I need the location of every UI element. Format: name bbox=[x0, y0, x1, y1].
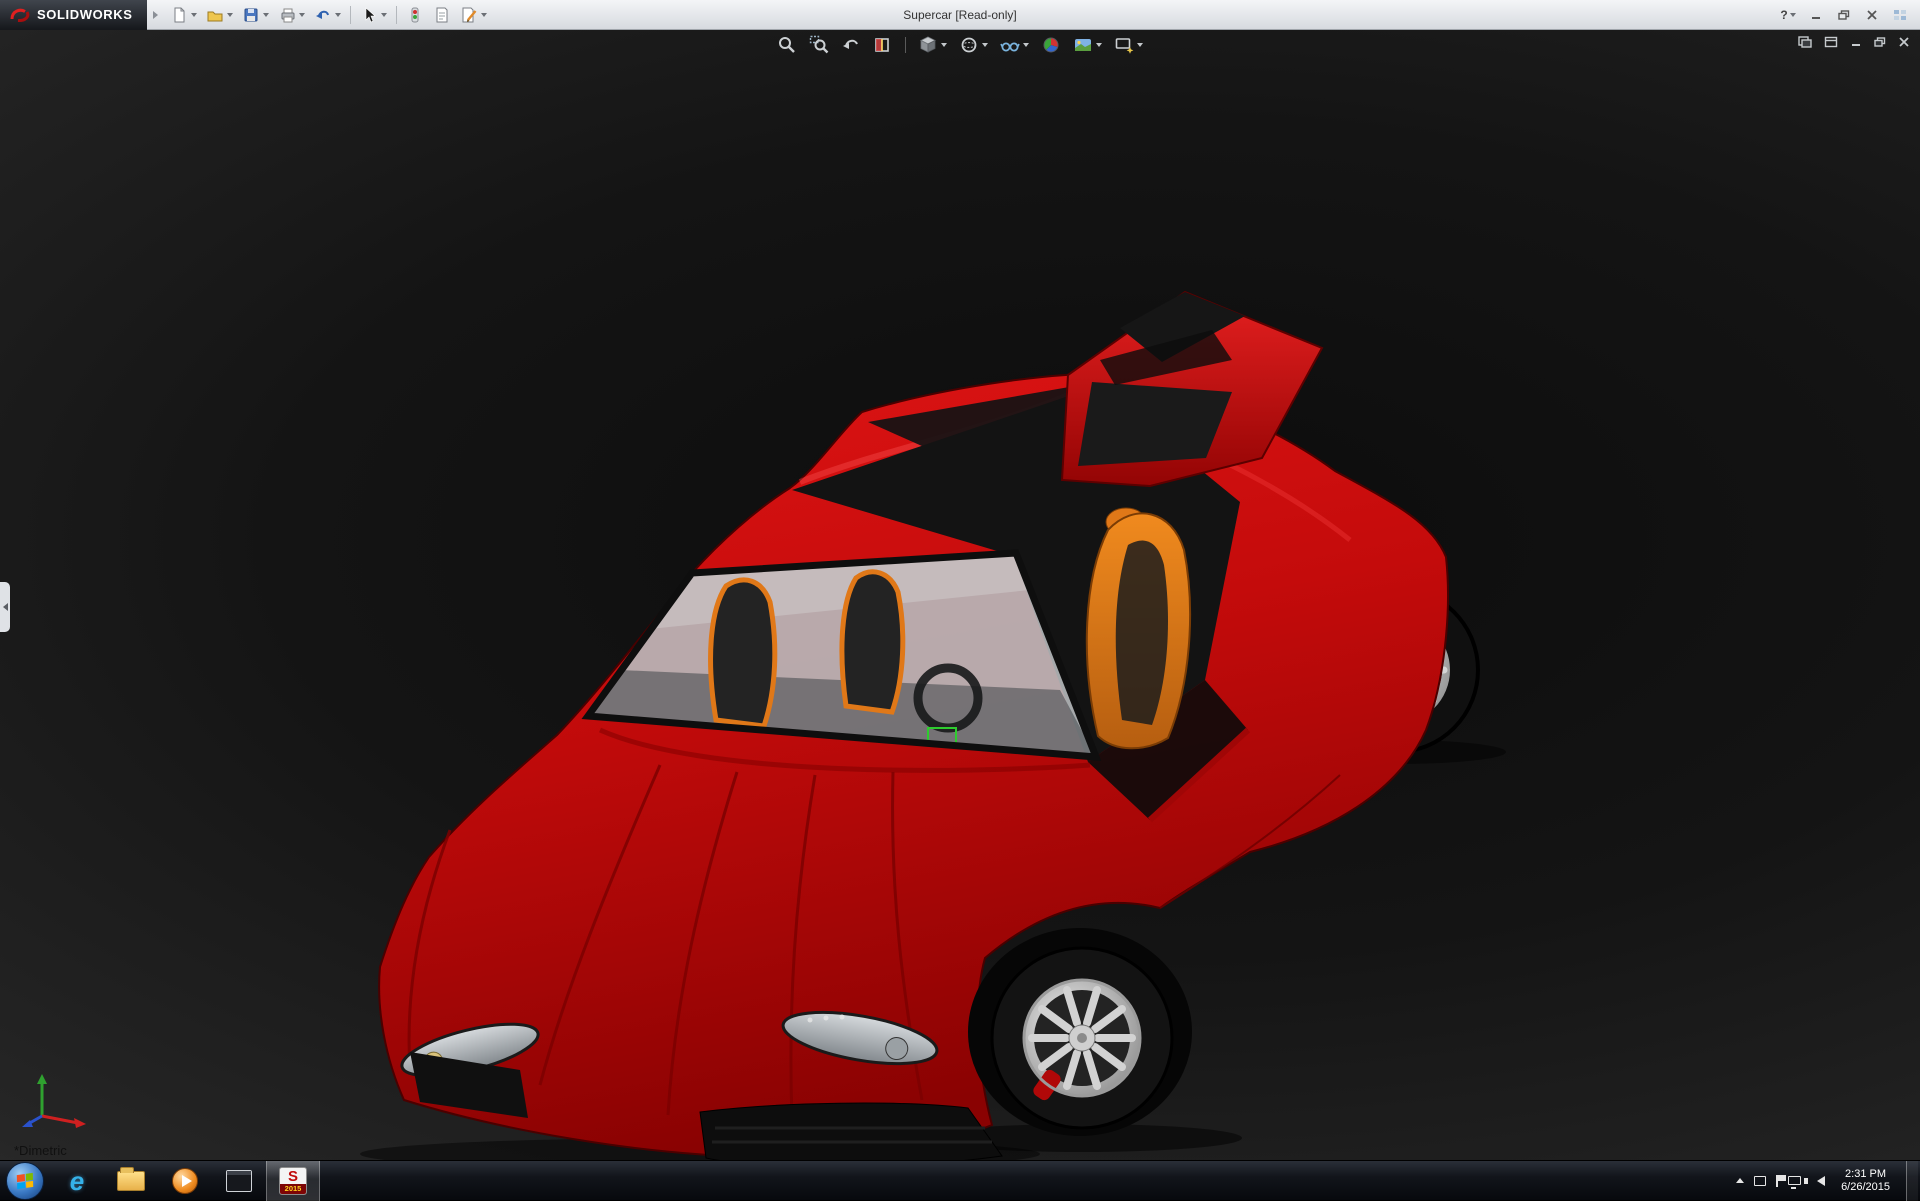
help-button[interactable]: ? bbox=[1776, 5, 1800, 25]
solidworks-logo-icon bbox=[10, 7, 30, 23]
view-orientation-button[interactable] bbox=[916, 33, 949, 57]
print-icon bbox=[278, 6, 296, 24]
open-document-button[interactable] bbox=[202, 3, 237, 27]
solidworks-logo: SOLIDWORKS bbox=[0, 0, 147, 30]
apply-scene-icon bbox=[1073, 35, 1093, 55]
featuremanager-flyout-tab[interactable] bbox=[0, 582, 10, 632]
car-model-render[interactable] bbox=[0, 30, 1920, 1160]
options-button[interactable] bbox=[456, 3, 491, 27]
taskbar-item-command-window[interactable] bbox=[212, 1161, 266, 1201]
tray-app-icon[interactable] bbox=[1754, 1176, 1766, 1186]
edit-appearance-ball-icon bbox=[1041, 35, 1061, 55]
doc-minimize-icon[interactable] bbox=[1850, 37, 1862, 47]
edit-appearance-button[interactable] bbox=[1039, 33, 1063, 57]
file-properties-icon bbox=[433, 6, 451, 24]
taskbar-item-solidworks[interactable]: S 2015 bbox=[266, 1161, 320, 1201]
open-folder-icon bbox=[206, 6, 224, 24]
options-sheet-pencil-icon bbox=[460, 6, 478, 24]
help-glyph: ? bbox=[1780, 8, 1787, 22]
minimize-icon bbox=[1810, 10, 1822, 20]
windows-logo-icon bbox=[17, 1172, 33, 1188]
hide-show-items-button[interactable] bbox=[998, 33, 1031, 57]
windows-taskbar: e S 2015 2:31 PM 6/26/2015 bbox=[0, 1160, 1920, 1200]
show-hidden-icons-button[interactable] bbox=[1736, 1178, 1744, 1183]
new-document-icon bbox=[170, 6, 188, 24]
zoom-to-fit-button[interactable] bbox=[775, 33, 799, 57]
zoom-to-area-button[interactable] bbox=[807, 33, 831, 57]
save-floppy-icon bbox=[242, 6, 260, 24]
taskbar-item-internet-explorer[interactable]: e bbox=[50, 1161, 104, 1201]
zoom-to-fit-icon bbox=[777, 35, 797, 55]
network-icon[interactable] bbox=[1788, 1176, 1801, 1185]
start-button[interactable] bbox=[6, 1162, 44, 1200]
restore-button[interactable] bbox=[1832, 5, 1856, 25]
brand-text: SOLIDWORKS bbox=[37, 7, 133, 22]
undo-button[interactable] bbox=[310, 3, 345, 27]
action-center-flag-icon[interactable] bbox=[1776, 1175, 1778, 1187]
print-button[interactable] bbox=[274, 3, 309, 27]
undo-arrow-icon bbox=[314, 6, 332, 24]
new-document-button[interactable] bbox=[166, 3, 201, 27]
previous-window-icon[interactable] bbox=[1798, 36, 1812, 48]
taskbar-item-file-explorer[interactable] bbox=[104, 1161, 158, 1201]
display-style-icon bbox=[959, 35, 979, 55]
section-view-icon bbox=[873, 35, 893, 55]
passenger-seat bbox=[1087, 508, 1190, 748]
close-icon bbox=[1866, 10, 1878, 20]
rebuild-traffic-light-icon bbox=[406, 6, 424, 24]
application-titlebar: SOLIDWORKS bbox=[0, 0, 1920, 30]
system-tray: 2:31 PM 6/26/2015 bbox=[1736, 1161, 1920, 1201]
front-wheel[interactable] bbox=[968, 928, 1192, 1136]
flyout-arrow-icon bbox=[3, 603, 8, 611]
task-pane-toggle[interactable] bbox=[1888, 5, 1912, 25]
doc-restore-icon[interactable] bbox=[1874, 37, 1886, 47]
volume-icon[interactable] bbox=[1817, 1176, 1825, 1186]
task-pane-icon bbox=[1893, 9, 1907, 21]
select-cursor-icon bbox=[360, 6, 378, 24]
solidworks-year-badge: 2015 bbox=[280, 1184, 306, 1194]
rebuild-button[interactable] bbox=[402, 3, 428, 27]
restore-icon bbox=[1838, 10, 1850, 20]
command-window-icon bbox=[226, 1170, 252, 1192]
save-button[interactable] bbox=[238, 3, 273, 27]
hud-separator bbox=[905, 37, 906, 53]
quick-access-toolbar bbox=[166, 3, 491, 27]
view-orientation-cube-icon bbox=[918, 35, 938, 55]
toolbar-separator bbox=[396, 6, 397, 24]
menu-expand-icon[interactable] bbox=[153, 11, 158, 19]
orientation-triad[interactable] bbox=[16, 1066, 96, 1130]
media-player-icon bbox=[172, 1168, 198, 1194]
display-style-button[interactable] bbox=[957, 33, 990, 57]
clock-time: 2:31 PM bbox=[1841, 1168, 1890, 1181]
view-orientation-label: *Dimetric bbox=[14, 1143, 67, 1158]
window-controls: ? bbox=[1776, 5, 1920, 25]
doc-close-icon[interactable] bbox=[1898, 37, 1910, 47]
previous-view-button[interactable] bbox=[839, 33, 863, 57]
internet-explorer-icon: e bbox=[70, 1168, 84, 1194]
section-view-button[interactable] bbox=[871, 33, 895, 57]
clock-date: 6/26/2015 bbox=[1841, 1181, 1890, 1194]
select-tool-button[interactable] bbox=[356, 3, 391, 27]
apply-scene-button[interactable] bbox=[1071, 33, 1104, 57]
graphics-viewport[interactable]: *Dimetric bbox=[0, 30, 1920, 1160]
zoom-to-area-icon bbox=[809, 35, 829, 55]
taskbar-item-media-player[interactable] bbox=[158, 1161, 212, 1201]
close-button[interactable] bbox=[1860, 5, 1884, 25]
show-desktop-button[interactable] bbox=[1906, 1161, 1918, 1201]
previous-view-icon bbox=[841, 35, 861, 55]
view-settings-icon bbox=[1114, 35, 1134, 55]
window-title: Supercar [Read-only] bbox=[903, 0, 1016, 30]
folder-icon bbox=[117, 1171, 145, 1191]
heads-up-view-toolbar bbox=[775, 33, 1145, 57]
window-pane-icon[interactable] bbox=[1824, 36, 1838, 48]
toolbar-separator bbox=[350, 6, 351, 24]
file-properties-button[interactable] bbox=[429, 3, 455, 27]
minimize-button[interactable] bbox=[1804, 5, 1828, 25]
solidworks-app-icon: S 2015 bbox=[279, 1167, 307, 1195]
document-window-controls bbox=[1798, 36, 1910, 48]
view-settings-button[interactable] bbox=[1112, 33, 1145, 57]
taskbar-clock[interactable]: 2:31 PM 6/26/2015 bbox=[1841, 1168, 1890, 1194]
hide-show-glasses-icon bbox=[1000, 35, 1020, 55]
